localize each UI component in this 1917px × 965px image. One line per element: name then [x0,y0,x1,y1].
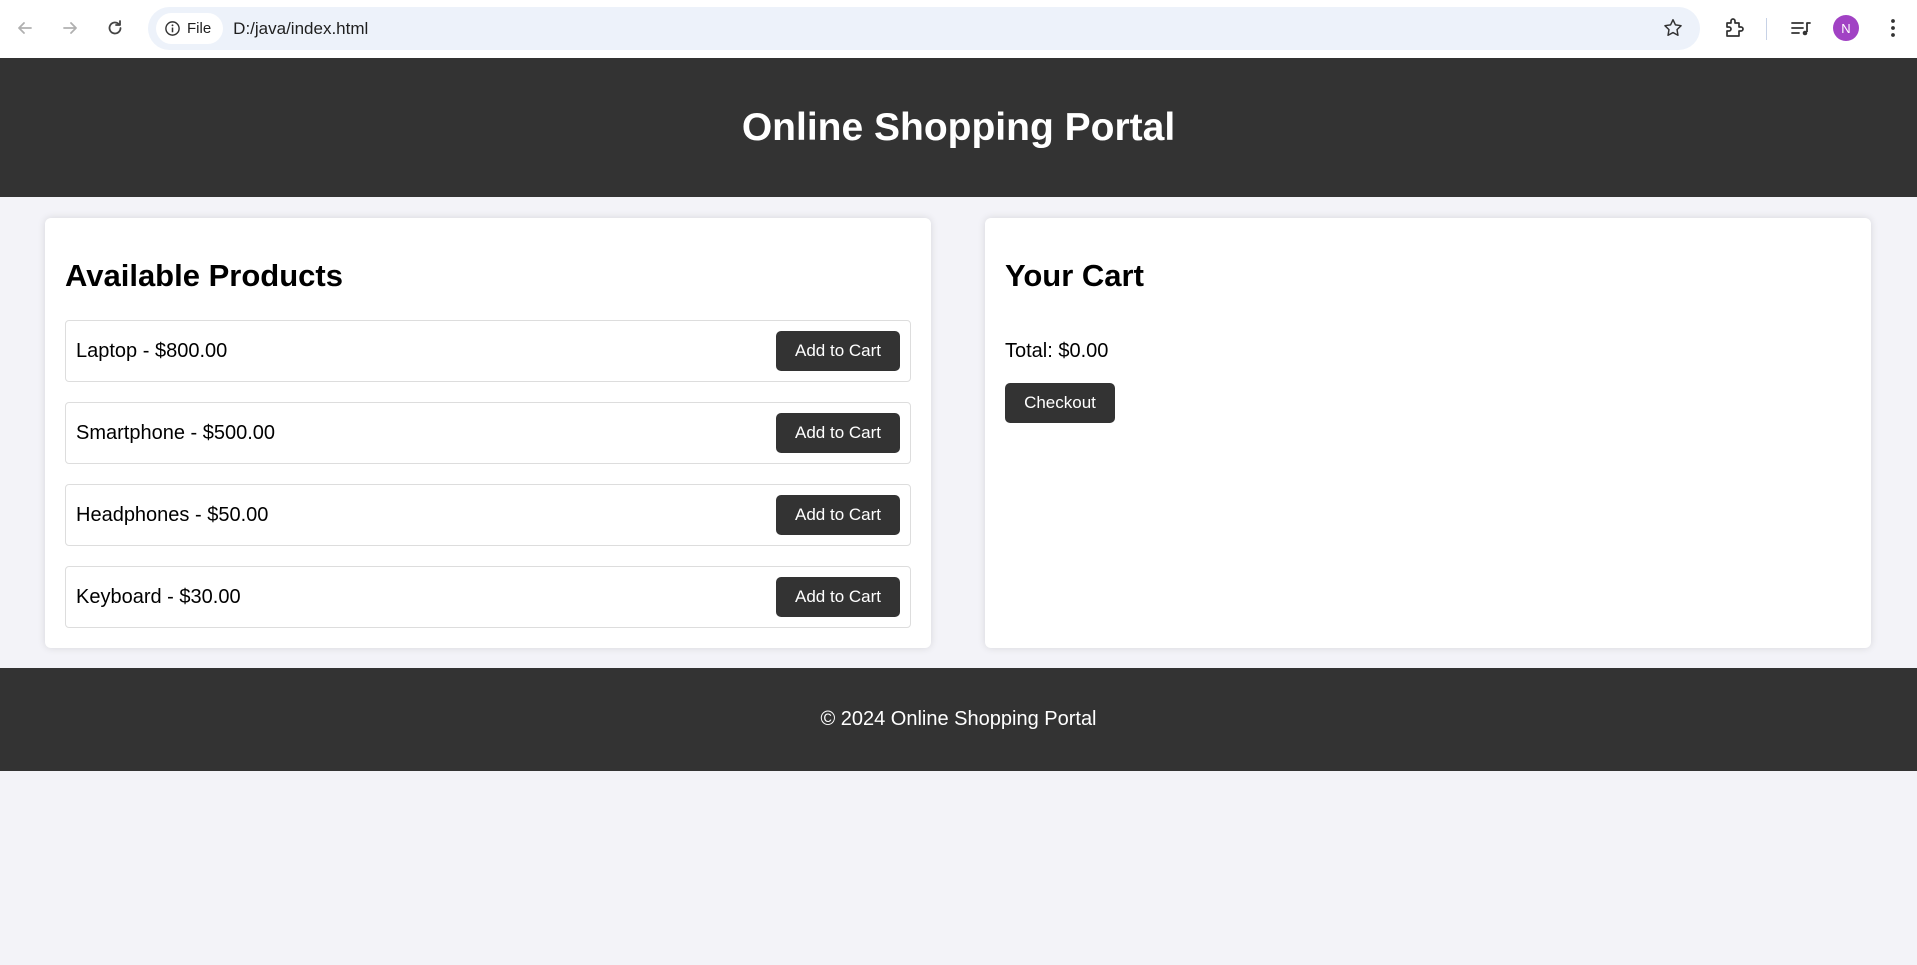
product-item: Headphones - $50.00 Add to Cart [65,484,911,546]
forward-button[interactable] [56,14,84,42]
product-item: Laptop - $800.00 Add to Cart [65,320,911,382]
back-arrow-icon [18,22,32,34]
address-bar[interactable]: File D:/java/index.html [148,7,1700,50]
kebab-menu-icon[interactable] [1880,15,1906,41]
url-text[interactable]: D:/java/index.html [233,19,368,39]
extensions-puzzle-icon[interactable] [1721,15,1747,41]
page-title: Online Shopping Portal [741,105,1176,149]
reload-icon [108,20,122,35]
checkout-button[interactable]: Checkout [1005,383,1115,423]
profile-avatar[interactable]: N [1833,15,1859,41]
file-chip-label: File [187,20,212,37]
product-item: Keyboard - $30.00 Add to Cart [65,566,911,628]
toolbar-separator [1766,18,1767,40]
site-info-chip[interactable]: File [156,13,224,44]
add-to-cart-button[interactable]: Add to Cart [776,577,900,617]
product-label: Headphones - $50.00 [76,503,269,526]
products-heading: Available Products [65,258,343,293]
footer-text: © 2024 Online Shopping Portal [820,708,1097,730]
media-controls-icon[interactable] [1788,16,1814,42]
add-to-cart-button[interactable]: Add to Cart [776,413,900,453]
site-header: Online Shopping Portal [0,58,1917,197]
info-icon [165,21,180,36]
cart-total: Total: $0.00 [1005,340,1109,362]
browser-toolbar: File D:/java/index.html N [0,0,1917,58]
product-item: Smartphone - $500.00 Add to Cart [65,402,911,464]
products-panel: Available Products Laptop - $800.00 Add … [45,218,931,648]
bookmark-star-icon[interactable] [1662,17,1684,39]
cart-heading: Your Cart [1005,258,1144,293]
reload-button[interactable] [101,14,129,42]
forward-arrow-icon [63,22,77,34]
back-button[interactable] [11,14,39,42]
site-footer: © 2024 Online Shopping Portal [0,668,1917,771]
add-to-cart-button[interactable]: Add to Cart [776,495,900,535]
product-label: Smartphone - $500.00 [76,421,276,444]
product-label: Laptop - $800.00 [76,339,228,362]
product-label: Keyboard - $30.00 [76,585,241,608]
add-to-cart-button[interactable]: Add to Cart [776,331,900,371]
cart-panel: Your Cart Total: $0.00 Checkout [985,218,1871,648]
